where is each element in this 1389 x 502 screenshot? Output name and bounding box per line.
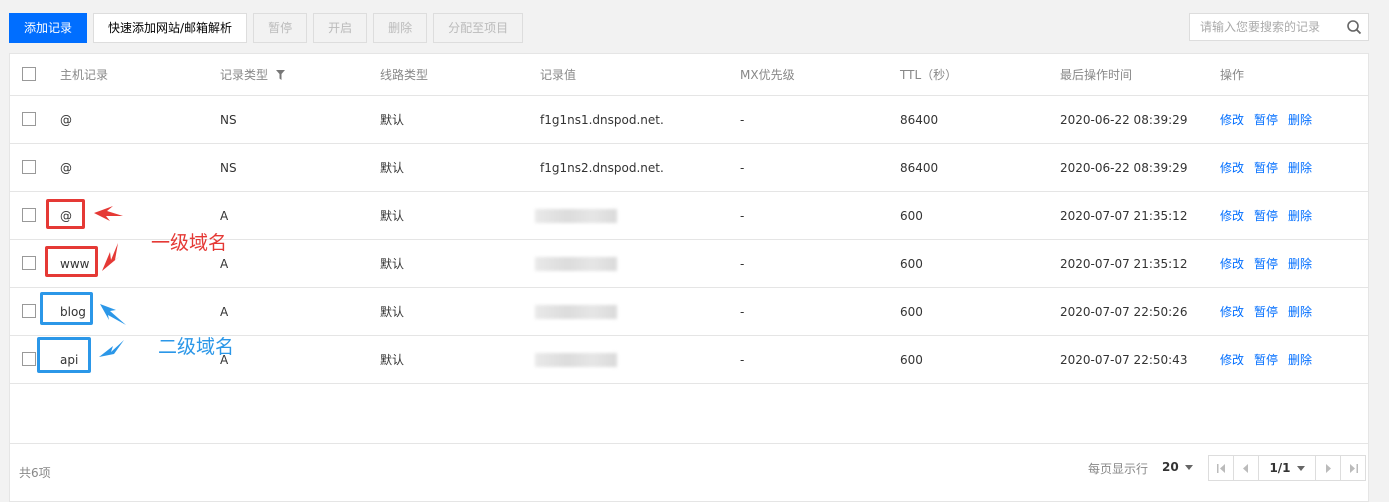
edit-link[interactable]: 修改: [1220, 351, 1244, 368]
chevron-down-icon: [1184, 465, 1193, 470]
per-page-value: 20: [1162, 460, 1179, 474]
next-page-button[interactable]: [1316, 456, 1341, 480]
last-page-icon: [1349, 463, 1358, 473]
table-footer: 共6项 每页显示行 20 1/1: [10, 443, 1368, 501]
line-cell: 默认: [380, 353, 405, 367]
pause-link[interactable]: 暂停: [1254, 351, 1278, 368]
first-level-label: 一级域名: [151, 232, 228, 254]
value-cell-redacted: [535, 240, 617, 287]
updated-cell: 2020-06-22 08:39:29: [1060, 112, 1188, 127]
redacted-value: [535, 304, 617, 319]
mx-cell: -: [740, 256, 745, 271]
ttl-cell: 600: [900, 256, 923, 271]
line-cell: 默认: [380, 209, 405, 223]
delete-link[interactable]: 删除: [1288, 207, 1312, 224]
redacted-value: [535, 208, 617, 223]
updated-cell: 2020-07-07 21:35:12: [1060, 256, 1188, 271]
value-cell: f1g1ns1.dnspod.net.: [540, 112, 664, 127]
assign-project-button[interactable]: 分配至项目: [433, 13, 524, 43]
edit-link[interactable]: 修改: [1220, 303, 1244, 320]
pause-link[interactable]: 暂停: [1254, 159, 1278, 176]
pause-link[interactable]: 暂停: [1254, 255, 1278, 272]
mx-cell: -: [740, 352, 745, 367]
line-cell: 默认: [380, 113, 405, 127]
blue-arrow: [100, 304, 126, 325]
records-table: 主机记录 记录类型 线路类型 记录值 MX优先级 TTL（秒） 最后操作时间 操…: [9, 53, 1369, 502]
search-input[interactable]: [1190, 14, 1340, 40]
red-arrow: [94, 206, 123, 221]
ttl-cell: 86400: [900, 160, 939, 175]
next-page-icon: [1326, 463, 1331, 473]
pause-button[interactable]: 暂停: [253, 13, 308, 43]
delete-link[interactable]: 删除: [1288, 351, 1312, 368]
value-cell-redacted: [535, 288, 617, 335]
mx-cell: -: [740, 160, 745, 175]
header-line: 线路类型: [380, 68, 429, 82]
page-indicator: 1/1: [1269, 461, 1291, 475]
prev-page-icon: [1243, 463, 1248, 473]
header-updated: 最后操作时间: [1060, 68, 1133, 82]
updated-cell: 2020-07-07 22:50:26: [1060, 304, 1188, 319]
row-actions: 修改 暂停 删除: [1220, 240, 1322, 287]
per-page-select[interactable]: 20: [1162, 460, 1193, 474]
row-actions: 修改 暂停 删除: [1220, 96, 1322, 143]
value-cell-redacted: [535, 192, 617, 239]
value-cell-redacted: [535, 336, 617, 383]
redacted-value: [535, 352, 617, 367]
ttl-cell: 600: [900, 208, 923, 223]
search-box: [1189, 13, 1369, 41]
pause-link[interactable]: 暂停: [1254, 303, 1278, 320]
search-icon[interactable]: [1346, 19, 1362, 35]
first-page-button[interactable]: [1209, 456, 1234, 480]
mx-cell: -: [740, 208, 745, 223]
edit-link[interactable]: 修改: [1220, 159, 1244, 176]
line-cell: 默认: [380, 305, 405, 319]
first-page-icon: [1216, 463, 1225, 473]
row-actions: 修改 暂停 删除: [1220, 144, 1322, 191]
pause-link[interactable]: 暂停: [1254, 111, 1278, 128]
per-page-label: 每页显示行: [1088, 462, 1149, 476]
blue-arrow: [99, 340, 124, 357]
delete-link[interactable]: 删除: [1288, 303, 1312, 320]
mx-cell: -: [740, 112, 745, 127]
delete-link[interactable]: 删除: [1288, 159, 1312, 176]
line-cell: 默认: [380, 161, 405, 175]
enable-button[interactable]: 开启: [313, 13, 368, 43]
row-actions: 修改 暂停 删除: [1220, 336, 1322, 383]
chevron-down-icon: [1296, 465, 1305, 471]
delete-button[interactable]: 删除: [373, 13, 428, 43]
page-select[interactable]: 1/1: [1259, 456, 1316, 480]
edit-link[interactable]: 修改: [1220, 255, 1244, 272]
redacted-value: [535, 256, 617, 271]
pause-link[interactable]: 暂停: [1254, 207, 1278, 224]
updated-cell: 2020-07-07 22:50:43: [1060, 352, 1188, 367]
ttl-cell: 600: [900, 352, 923, 367]
header-value: 记录值: [540, 68, 577, 82]
updated-cell: 2020-07-07 21:35:12: [1060, 208, 1188, 223]
header-ttl: TTL（秒）: [900, 68, 958, 82]
ttl-cell: 86400: [900, 112, 939, 127]
mx-cell: -: [740, 304, 745, 319]
ttl-cell: 600: [900, 304, 923, 319]
header-actions: 操作: [1220, 68, 1245, 82]
add-record-button[interactable]: 添加记录: [9, 13, 88, 43]
pagination: 1/1: [1208, 455, 1366, 481]
red-arrow: [102, 243, 120, 271]
updated-cell: 2020-06-22 08:39:29: [1060, 160, 1188, 175]
prev-page-button[interactable]: [1234, 456, 1259, 480]
row-actions: 修改 暂停 删除: [1220, 192, 1322, 239]
total-count: 共6项: [19, 466, 51, 480]
row-actions: 修改 暂停 删除: [1220, 288, 1322, 335]
last-page-button[interactable]: [1341, 456, 1365, 480]
delete-link[interactable]: 删除: [1288, 111, 1312, 128]
value-cell: f1g1ns2.dnspod.net.: [540, 160, 664, 175]
edit-link[interactable]: 修改: [1220, 207, 1244, 224]
second-level-label: 二级域名: [158, 336, 235, 358]
toolbar: 添加记录 快速添加网站/邮箱解析 暂停 开启 删除 分配至项目: [9, 13, 524, 43]
header-mx: MX优先级: [740, 68, 795, 82]
quick-add-button[interactable]: 快速添加网站/邮箱解析: [93, 13, 248, 43]
edit-link[interactable]: 修改: [1220, 111, 1244, 128]
delete-link[interactable]: 删除: [1288, 255, 1312, 272]
line-cell: 默认: [380, 257, 405, 271]
